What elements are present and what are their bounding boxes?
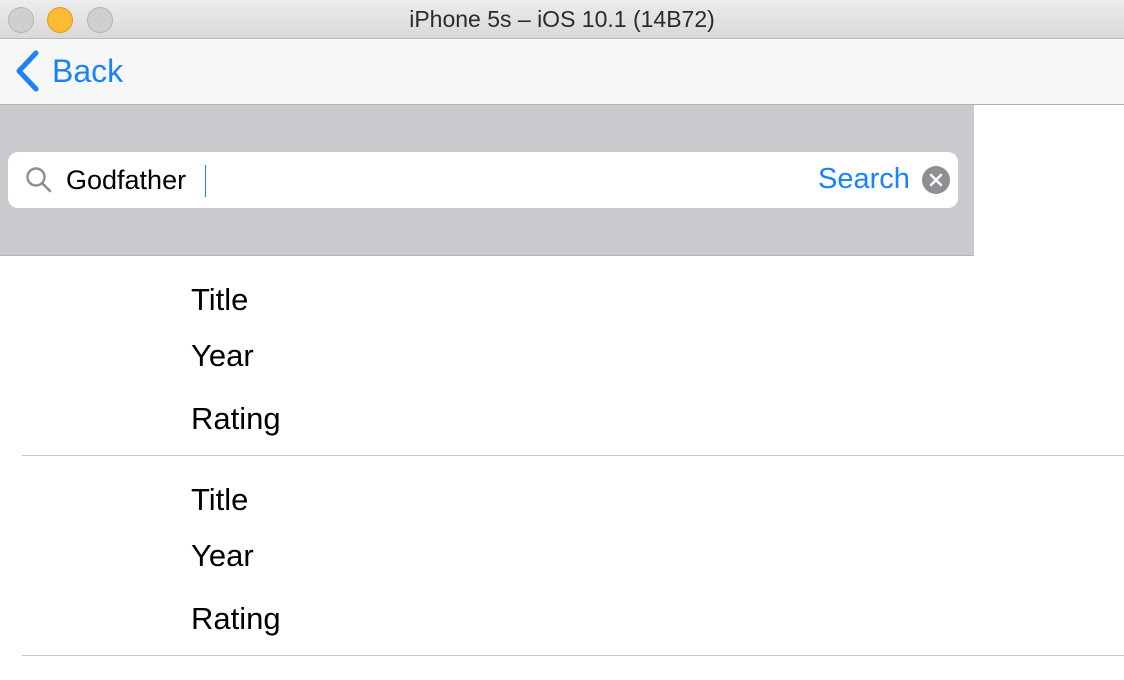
movie-rating: Rating [191,601,281,636]
search-input[interactable] [66,160,786,200]
search-button[interactable]: Search [818,163,910,196]
search-icon [25,166,53,199]
window-title: iPhone 5s – iOS 10.1 (14B72) [409,6,715,32]
back-button[interactable]: Back [14,47,123,95]
window-titlebar: iPhone 5s – iOS 10.1 (14B72) [0,0,1124,39]
movie-year: Year [191,338,254,373]
clear-search-button[interactable] [922,166,950,194]
result-row[interactable]: Title Year Rating [0,256,1124,456]
movie-year: Year [191,538,254,573]
result-row[interactable]: Title Year Rating [0,456,1124,656]
close-icon [929,173,943,187]
search-bar: Search [0,105,974,256]
movie-title: Title [191,282,249,317]
movie-rating: Rating [191,401,281,436]
back-label: Back [52,52,124,89]
search-field[interactable]: Search [8,152,958,208]
movie-title: Title [191,482,249,517]
navigation-bar: Back [0,39,1124,105]
chevron-left-icon [14,50,40,92]
row-separator [22,655,1124,656]
text-caret [205,165,206,197]
